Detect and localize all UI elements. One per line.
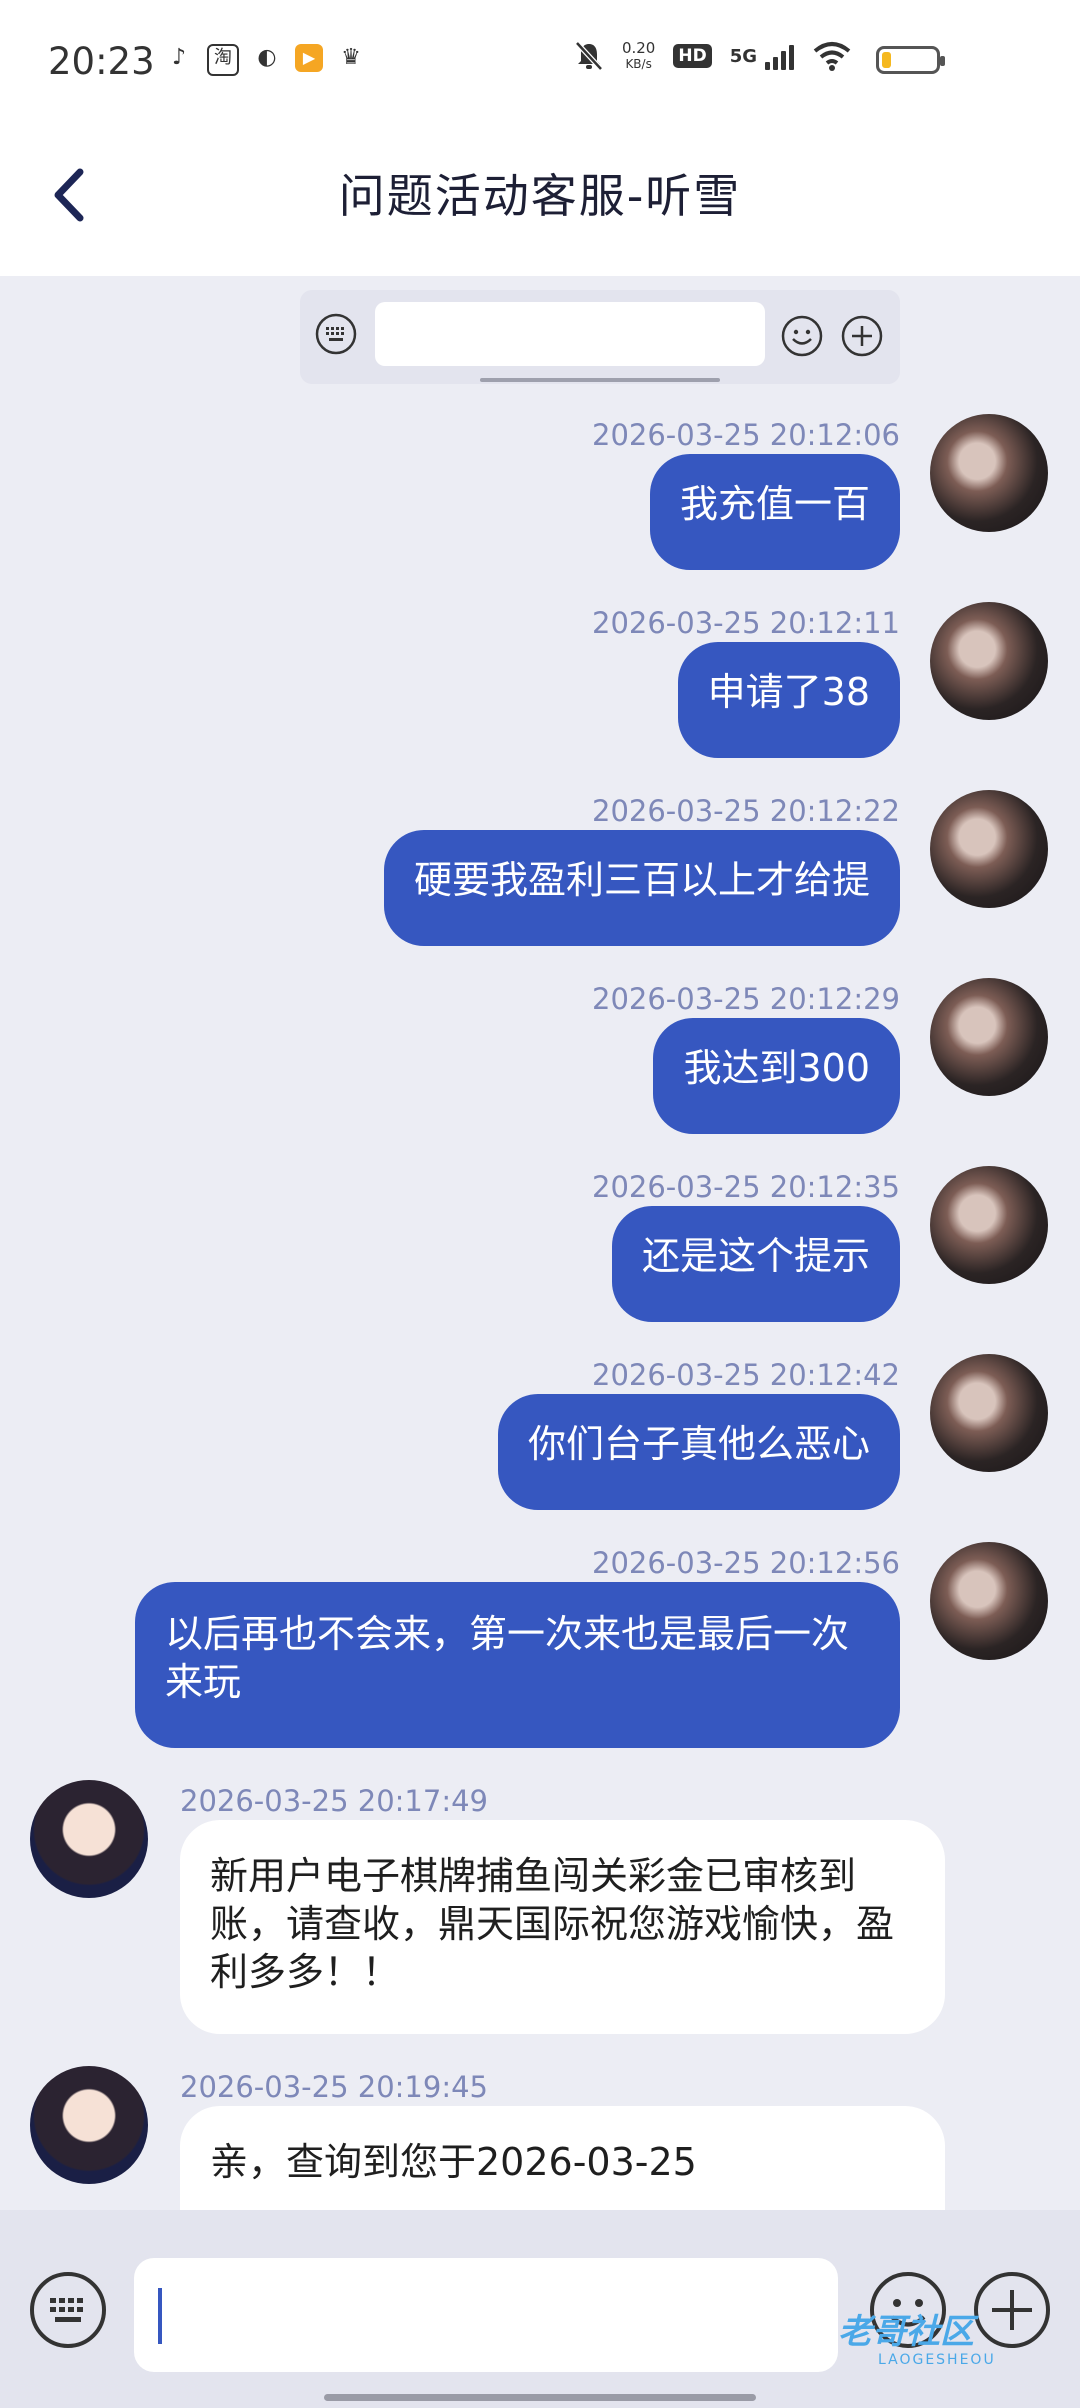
page-title: 问题活动客服-听雪 bbox=[338, 169, 742, 223]
mute-bell-icon bbox=[575, 41, 603, 71]
text-caret bbox=[158, 2288, 162, 2344]
status-app-icons: ♪ 淘 ◐ ▶ ♛ bbox=[165, 44, 365, 76]
watermark-logo: 老哥社区 bbox=[838, 2312, 974, 2352]
message-timestamp: 2026-03-25 20:12:56 bbox=[592, 1546, 900, 1580]
video-app-icon: ▶ bbox=[295, 44, 323, 72]
incoming-message[interactable]: 亲，查询到您于2026-03-25 bbox=[180, 2106, 945, 2210]
message-timestamp: 2026-03-25 20:12:11 bbox=[592, 606, 900, 640]
plus-icon[interactable] bbox=[972, 2270, 1052, 2350]
battery-level bbox=[882, 52, 891, 68]
agent-avatar[interactable] bbox=[30, 1780, 148, 1898]
my-avatar[interactable] bbox=[930, 790, 1048, 908]
my-avatar[interactable] bbox=[930, 602, 1048, 720]
outgoing-message[interactable]: 我充值一百 bbox=[649, 454, 900, 570]
my-avatar[interactable] bbox=[930, 414, 1048, 532]
composer-preview bbox=[300, 290, 900, 384]
network-speed: 0.20 KB/s bbox=[621, 39, 656, 71]
tiktok-icon: ♪ bbox=[171, 45, 187, 70]
outgoing-message[interactable]: 以后再也不会来，第一次来也是最后一次来玩 bbox=[135, 1582, 900, 1748]
outgoing-message[interactable]: 你们台子真他么恶心 bbox=[497, 1394, 900, 1510]
keyboard-icon[interactable] bbox=[28, 2270, 108, 2350]
status-time: 20:23 bbox=[48, 40, 155, 83]
status-bar: 20:23 ♪ 淘 ◐ ▶ ♛ 0.20 KB/s HD 5G bbox=[0, 0, 1080, 120]
smiley-icon[interactable] bbox=[780, 314, 824, 358]
composer-preview-input[interactable] bbox=[375, 302, 765, 366]
plus-icon[interactable] bbox=[840, 314, 884, 358]
home-indicator[interactable] bbox=[324, 2394, 756, 2401]
outgoing-message[interactable]: 还是这个提示 bbox=[611, 1206, 900, 1322]
my-avatar[interactable] bbox=[930, 1542, 1048, 1660]
incoming-message[interactable]: 新用户电子棋牌捕鱼闯关彩金已审核到账，请查收，鼎天国际祝您游戏愉快，盈利多多！！ bbox=[180, 1820, 945, 2034]
outgoing-message[interactable]: 硬要我盈利三百以上才给提 bbox=[383, 830, 900, 946]
outgoing-message[interactable]: 申请了38 bbox=[677, 642, 900, 758]
keyboard-icon[interactable] bbox=[314, 312, 358, 356]
chat-header: 问题活动客服-听雪 bbox=[0, 120, 1080, 276]
app-icon: ◐ bbox=[257, 45, 277, 70]
watermark-subtext: LAOGESHEOU bbox=[878, 2352, 996, 2368]
my-avatar[interactable] bbox=[930, 1354, 1048, 1472]
message-timestamp: 2026-03-25 20:12:29 bbox=[592, 982, 900, 1016]
my-avatar[interactable] bbox=[930, 978, 1048, 1096]
message-timestamp: 2026-03-25 20:17:49 bbox=[180, 1784, 488, 1818]
message-timestamp: 2026-03-25 20:12:42 bbox=[592, 1358, 900, 1392]
taobao-icon: 淘 bbox=[207, 44, 239, 76]
hd-badge: HD bbox=[673, 44, 712, 68]
drag-handle bbox=[480, 378, 720, 382]
message-timestamp: 2026-03-25 20:12:35 bbox=[592, 1170, 900, 1204]
message-timestamp: 2026-03-25 20:12:06 bbox=[592, 418, 900, 452]
network-type: 5G bbox=[729, 45, 757, 67]
my-avatar[interactable] bbox=[930, 1166, 1048, 1284]
battery-icon bbox=[876, 46, 945, 74]
signal-icon bbox=[765, 42, 794, 70]
message-timestamp: 2026-03-25 20:12:22 bbox=[592, 794, 900, 828]
crown-icon: ♛ bbox=[341, 45, 361, 70]
message-input[interactable] bbox=[134, 2258, 838, 2372]
outgoing-message[interactable]: 我达到300 bbox=[653, 1018, 900, 1134]
wifi-icon bbox=[813, 42, 851, 71]
message-timestamp: 2026-03-25 20:19:45 bbox=[180, 2070, 488, 2104]
agent-avatar[interactable] bbox=[30, 2066, 148, 2184]
